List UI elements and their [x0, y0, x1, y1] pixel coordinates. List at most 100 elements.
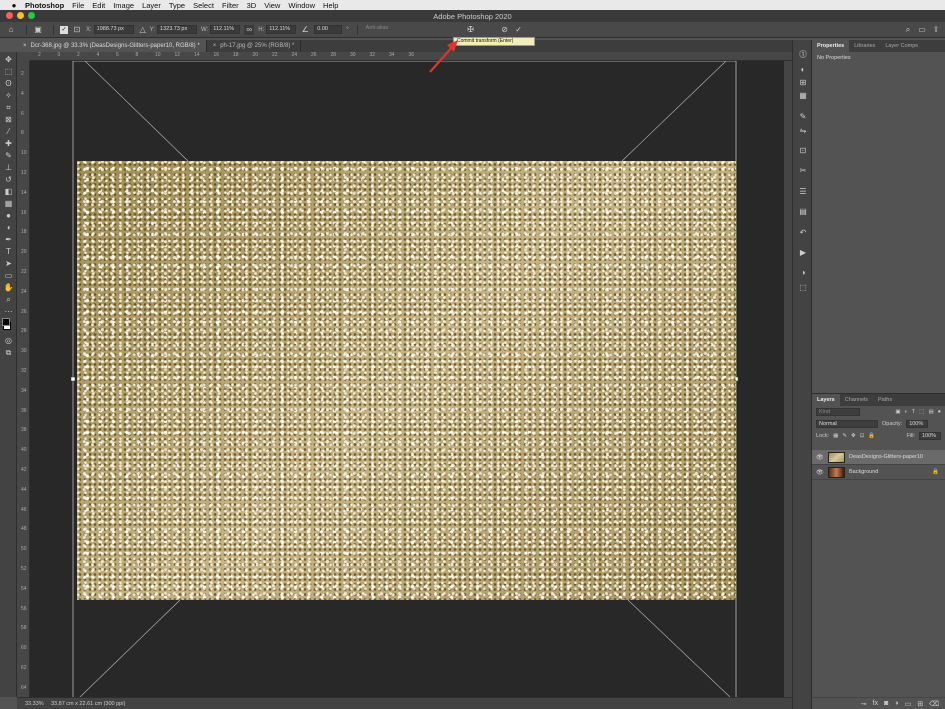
move-tool-icon[interactable]: ✥ — [3, 55, 14, 64]
magic-wand-tool-icon[interactable]: ✧ — [3, 91, 14, 100]
tab-layers[interactable]: Layers — [812, 394, 840, 406]
gradient-tool-icon[interactable]: ▦ — [3, 199, 14, 208]
layer-kind-filter[interactable]: Kind — [816, 408, 860, 416]
close-tab-icon[interactable]: × — [213, 43, 217, 49]
eyedropper-tool-icon[interactable]: ⁄ — [3, 127, 14, 136]
share-icon[interactable]: ⇪ — [931, 25, 941, 35]
blur-tool-icon[interactable]: ● — [3, 211, 14, 220]
transform-handle-left[interactable] — [70, 376, 76, 382]
actions-icon[interactable]: ▶ — [798, 248, 808, 257]
angle-field[interactable]: 0.00 — [314, 25, 343, 34]
zoom-window-button[interactable] — [28, 12, 35, 19]
cancel-transform-icon[interactable]: ⊘ — [500, 25, 510, 35]
link-icon[interactable]: ⊸ — [861, 700, 867, 708]
menu-help[interactable]: Help — [323, 1, 338, 10]
crop-tool-icon[interactable]: ⌗ — [3, 103, 14, 112]
mask-icon[interactable]: ◙ — [884, 700, 888, 707]
close-window-button[interactable] — [6, 12, 13, 19]
y-field[interactable]: 1323.73 px — [157, 25, 198, 34]
link-proportions-icon[interactable]: ∞ — [244, 24, 255, 35]
tab-layer-comps[interactable]: Layer Comps — [880, 40, 923, 52]
gradients-icon[interactable]: ▤ — [798, 207, 808, 216]
horizontal-ruler[interactable]: 2 0 2 4 6 8 10 12 14 16 18 20 22 24 26 28 30 32 34 36 — [30, 52, 792, 61]
reference-point-checkbox[interactable]: ✓ — [60, 25, 68, 34]
screen-mode-icon[interactable]: ⧉ — [3, 348, 14, 357]
clone-stamp-tool-icon[interactable]: ⊥ — [3, 163, 14, 172]
apple-icon[interactable]: ● — [9, 1, 19, 10]
home-icon[interactable]: ⌂ — [6, 25, 16, 35]
filter-adjust-icon[interactable]: ◐ — [905, 409, 908, 415]
menu-photoshop[interactable]: Photoshop — [25, 1, 64, 10]
tab-ph-17[interactable]: × ph-17.jpg @ 25% (RGB/8) * — [207, 40, 302, 52]
fx-icon[interactable]: fx — [873, 700, 878, 707]
lasso-tool-icon[interactable]: ʘ — [3, 79, 14, 88]
menu-select[interactable]: Select — [193, 1, 214, 10]
workspace-icon[interactable]: ▭ — [917, 25, 927, 35]
search-icon[interactable]: ⌕ — [903, 25, 913, 35]
rectangle-tool-icon[interactable]: ▭ — [3, 271, 14, 280]
document-canvas[interactable] — [30, 61, 784, 697]
lock-artboard-icon[interactable]: ⊡ — [860, 433, 865, 439]
menu-type[interactable]: Type — [169, 1, 185, 10]
layer-name[interactable]: Background — [849, 469, 932, 475]
filter-toggle-icon[interactable]: ● — [938, 409, 941, 415]
adjustments-icon[interactable]: ⇋ — [798, 126, 808, 135]
type-tool-icon[interactable]: T — [3, 247, 14, 256]
reference-point-locator-icon[interactable]: ⊡ — [72, 25, 82, 35]
puppet-warp-icon[interactable]: ✠ — [466, 25, 476, 35]
x-field[interactable]: 1988.73 px — [93, 25, 134, 34]
tab-dcr-368[interactable]: × Dcr-368.jpg @ 33.3% (DeasDesigns-Glitt… — [17, 40, 207, 52]
tab-libraries[interactable]: Libraries — [849, 40, 880, 52]
menu-image[interactable]: Image — [113, 1, 134, 10]
healing-brush-tool-icon[interactable]: ✚ — [3, 139, 14, 148]
menu-3d[interactable]: 3D — [247, 1, 257, 10]
eraser-tool-icon[interactable]: ◧ — [3, 187, 14, 196]
document-info[interactable]: 33.87 cm x 22.61 cm (300 ppi) — [51, 701, 125, 707]
filter-type-icon[interactable]: T — [912, 409, 915, 415]
menu-layer[interactable]: Layer — [142, 1, 161, 10]
adjustment-icon[interactable]: ◑ — [894, 700, 898, 707]
lock-paint-icon[interactable]: ✎ — [842, 433, 847, 439]
brush-settings-icon[interactable]: ✎ — [798, 112, 808, 121]
color-icon[interactable]: ◐ — [798, 65, 808, 74]
lock-position-icon[interactable]: ✥ — [851, 433, 856, 439]
styles-icon[interactable]: ⬚ — [798, 283, 808, 292]
eye-icon[interactable]: 👁 — [816, 454, 826, 461]
adjustments-panel-icon[interactable]: ◑ — [798, 268, 808, 277]
opacity-field[interactable]: 100% — [906, 420, 929, 428]
path-selection-tool-icon[interactable]: ➤ — [3, 259, 14, 268]
commit-transform-checkmark-icon[interactable]: ✓ — [514, 25, 524, 35]
history-icon[interactable]: ↶ — [798, 228, 808, 237]
edit-toolbar-icon[interactable]: ⋯ — [3, 307, 14, 316]
layer-name[interactable]: DeasDesigns-Glitters-paper10 — [849, 454, 923, 460]
marquee-tool-icon[interactable]: ⬚ — [3, 67, 14, 76]
vertical-scrollbar[interactable] — [784, 61, 792, 697]
eye-icon[interactable]: 👁 — [816, 469, 826, 476]
history-brush-tool-icon[interactable]: ↺ — [3, 175, 14, 184]
filter-shape-icon[interactable]: ⬚ — [919, 409, 924, 415]
swatches-icon[interactable]: ⊞ — [798, 78, 808, 87]
menu-edit[interactable]: Edit — [92, 1, 105, 10]
layer-row-glitter[interactable]: 👁 DeasDesigns-Glitters-paper10 — [812, 450, 945, 465]
lock-all-icon[interactable]: 🔒 — [868, 433, 875, 439]
tab-channels[interactable]: Channels — [840, 394, 873, 406]
zoom-tool-icon[interactable]: ⌕ — [3, 295, 14, 304]
minimize-window-button[interactable] — [17, 12, 24, 19]
clone-source-icon[interactable]: ⊡ — [798, 146, 808, 155]
filter-smart-icon[interactable]: ▤ — [928, 409, 933, 415]
blend-mode-select[interactable]: Normal — [816, 420, 878, 428]
menu-filter[interactable]: Filter — [222, 1, 239, 10]
menu-view[interactable]: View — [264, 1, 280, 10]
group-icon[interactable]: ▭ — [905, 700, 912, 708]
anti-alias-option[interactable]: Anti-alias — [363, 25, 392, 34]
menu-window[interactable]: Window — [288, 1, 315, 10]
patterns-icon[interactable]: ▦ — [798, 91, 808, 100]
frame-tool-icon[interactable]: ⊠ — [3, 115, 14, 124]
width-field[interactable]: 112.11% — [210, 25, 241, 34]
character-icon[interactable]: ✂ — [798, 166, 808, 175]
quick-mask-icon[interactable]: ◎ — [3, 336, 14, 345]
pen-tool-icon[interactable]: ✒ — [3, 235, 14, 244]
dodge-tool-icon[interactable]: ◖ — [3, 223, 14, 232]
tab-properties[interactable]: Properties — [812, 40, 850, 52]
learn-icon[interactable]: ⓵ — [798, 50, 808, 59]
